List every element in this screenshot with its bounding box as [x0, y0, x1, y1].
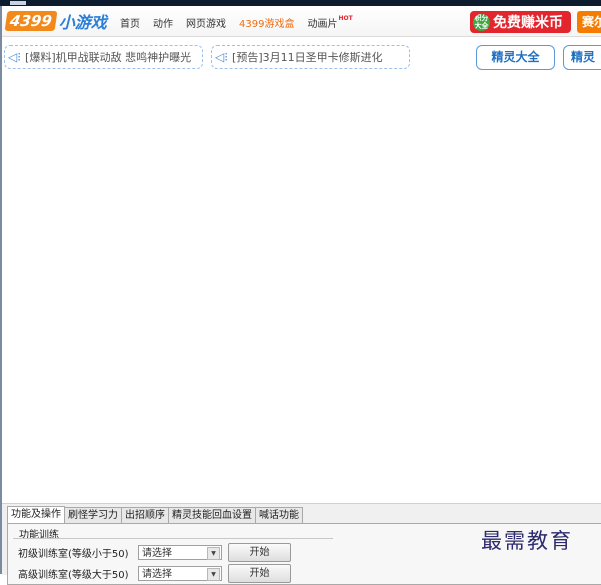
notice-text: [预告]3月11日圣甲卡修斯进化	[232, 51, 383, 64]
group-divider	[13, 538, 333, 539]
tab-chat[interactable]: 喊话功能	[255, 507, 303, 523]
notice-item[interactable]: ◁⁝ [预告]3月11日圣甲卡修斯进化	[211, 45, 410, 69]
earn-coins-button[interactable]: 积分 大全 免费赚米币	[470, 11, 571, 33]
points-icon-bottom: 大全	[474, 22, 489, 30]
window-strip-marker	[10, 1, 26, 5]
pet-encyclopedia-button[interactable]: 精灵大全	[476, 45, 555, 70]
tab-farm-training[interactable]: 刷怪学习力	[64, 507, 122, 523]
panel-tabs: 功能及操作 刷怪学习力 出招顺序 精灵技能回血设置 喊话功能	[7, 506, 303, 524]
logo-number: 4399	[4, 11, 58, 31]
points-icon-top: 积分	[474, 14, 489, 22]
nav-item-game-box[interactable]: 4399游戏盒	[239, 15, 294, 30]
nav-item-cartoons[interactable]: 动画片HOT	[307, 15, 352, 30]
earn-coins-label: 免费赚米币	[493, 15, 563, 31]
tab-functions[interactable]: 功能及操作	[7, 506, 65, 523]
speaker-icon: ◁⁝	[215, 50, 229, 64]
select-value: 请选择	[142, 569, 172, 580]
notice-text: [爆料]机甲战联动敌 悲鸣神护曝光	[25, 51, 192, 64]
speaker-icon: ◁⁝	[8, 50, 22, 64]
tab-move-order[interactable]: 出招顺序	[121, 507, 169, 523]
room-select[interactable]: 请选择 ▼	[138, 545, 222, 560]
logo-text: 小游戏	[58, 13, 107, 32]
pet-button[interactable]: 精灵	[563, 45, 601, 70]
seer-button[interactable]: 赛尔	[577, 11, 601, 33]
site-navbar: 4399 小游戏 首页 动作 网页游戏 4399游戏盒 动画片HOT 积分 大全…	[2, 6, 601, 37]
tab-heal-settings[interactable]: 精灵技能回血设置	[168, 507, 256, 523]
nav-item-home[interactable]: 首页	[120, 15, 140, 30]
nav-item-action[interactable]: 动作	[153, 15, 173, 30]
training-row: 初级训练室(等级小于50) 请选择 ▼ 开始	[18, 543, 291, 562]
select-value: 请选择	[142, 548, 172, 559]
notice-item[interactable]: ◁⁝ [爆料]机甲战联动敌 悲鸣神护曝光	[4, 45, 203, 69]
nav-item-cartoons-label: 动画片	[307, 19, 338, 30]
nav-menu: 首页 动作 网页游戏 4399游戏盒 动画片HOT	[120, 15, 366, 30]
points-icon: 积分 大全	[473, 13, 490, 31]
dropdown-arrow-icon[interactable]: ▼	[207, 568, 220, 581]
row-label: 初级训练室(等级小于50)	[18, 549, 129, 560]
hot-badge: HOT	[338, 14, 353, 22]
watermark: 最需教育	[481, 529, 573, 553]
nav-item-web-games[interactable]: 网页游戏	[186, 15, 226, 30]
site-logo[interactable]: 4399 小游戏	[4, 10, 107, 32]
dropdown-arrow-icon[interactable]: ▼	[207, 547, 220, 560]
window-frame-left	[0, 0, 2, 574]
start-button[interactable]: 开始	[228, 543, 291, 562]
